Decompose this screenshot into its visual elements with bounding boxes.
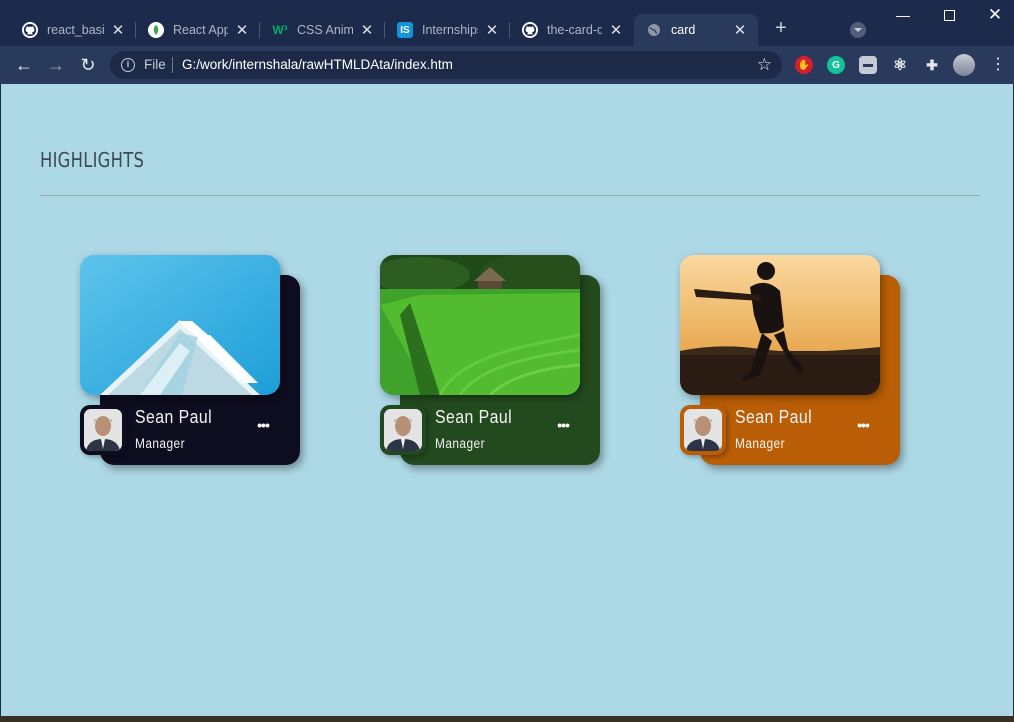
close-window-icon[interactable]: ✕: [972, 0, 1014, 30]
maximize-icon[interactable]: [926, 0, 972, 30]
info-icon[interactable]: i: [121, 58, 135, 72]
tab-title: React App: [173, 23, 228, 37]
url-text[interactable]: G:/work/internshala/rawHTMLDAta/index.ht…: [182, 57, 453, 72]
cricket-player-photo: [680, 255, 880, 395]
extension-icon[interactable]: [859, 56, 877, 74]
card-role: Manager: [135, 436, 185, 451]
adblock-icon[interactable]: ✋: [795, 56, 813, 74]
profile-card[interactable]: Sean Paul Manager •••: [680, 255, 902, 467]
page-body: HIGHLIGHTS Sean Paul Manager ••• Sean Pa…: [1, 84, 1013, 716]
scheme-label: File: [144, 57, 166, 72]
github-icon: [522, 22, 538, 38]
card-role: Manager: [435, 436, 485, 451]
tab-title: the-card-d: [547, 23, 602, 37]
tab-title: react_basic: [47, 23, 104, 37]
card-name: Sean Paul: [735, 407, 813, 427]
new-tab-button[interactable]: +: [770, 18, 792, 40]
tab-css-animation[interactable]: W³ CSS Animat ✕: [260, 14, 385, 46]
rice-field-photo: [380, 255, 580, 395]
close-icon[interactable]: ✕: [110, 21, 126, 39]
heading-divider: [40, 195, 980, 196]
tab-strip: react_basic ✕ React App ✕ W³ CSS Animat …: [0, 0, 1014, 46]
close-icon[interactable]: ✕: [484, 21, 500, 39]
back-icon[interactable]: ←: [12, 53, 36, 77]
reload-icon[interactable]: ↻: [76, 53, 100, 77]
profile-card[interactable]: Sean Paul Manager •••: [80, 255, 302, 467]
tab-title: CSS Animat: [297, 23, 353, 37]
profile-avatar[interactable]: [953, 54, 975, 76]
grammarly-icon[interactable]: G: [827, 56, 845, 74]
avatar: [380, 405, 426, 455]
more-options-icon[interactable]: •••: [554, 418, 572, 432]
tab-react-basic[interactable]: react_basic ✕: [10, 14, 136, 46]
address-divider: [172, 57, 173, 73]
address-bar[interactable]: i File G:/work/internshala/rawHTMLDAta/i…: [110, 51, 782, 79]
tab-search-icon[interactable]: [850, 22, 866, 38]
more-options-icon[interactable]: •••: [254, 418, 272, 432]
close-icon[interactable]: ✕: [608, 21, 624, 39]
tab-title: card: [671, 23, 696, 37]
avatar: [80, 405, 126, 455]
avatar: [680, 405, 726, 455]
close-icon[interactable]: ✕: [359, 21, 375, 39]
close-icon[interactable]: ✕: [234, 21, 250, 39]
internshala-icon: IS: [397, 22, 413, 38]
card-role: Manager: [735, 436, 785, 451]
kebab-menu-icon[interactable]: ⋮: [990, 55, 1006, 75]
w3schools-icon: W³: [272, 23, 288, 37]
globe-icon: [646, 22, 662, 38]
github-icon: [22, 22, 38, 38]
browser-toolbar: ← → ↻ i File G:/work/internshala/rawHTML…: [0, 46, 1014, 84]
taskbar-edge: [0, 716, 1014, 722]
building-photo: [80, 255, 280, 395]
card-name: Sean Paul: [435, 407, 513, 427]
react-devtools-icon[interactable]: ⚛: [891, 56, 909, 74]
bookmark-star-icon[interactable]: ☆: [757, 55, 772, 75]
tab-react-app[interactable]: React App ✕: [136, 14, 260, 46]
card-name: Sean Paul: [135, 407, 213, 427]
leaf-icon: [148, 22, 164, 38]
profile-card[interactable]: Sean Paul Manager •••: [380, 255, 602, 467]
tab-the-card[interactable]: the-card-d ✕: [510, 14, 634, 46]
tab-title: Internships: [422, 23, 478, 37]
page-title: HIGHLIGHTS: [40, 148, 145, 172]
minimize-icon[interactable]: —: [880, 0, 926, 30]
puzzle-icon[interactable]: ✚: [923, 56, 941, 74]
tab-card[interactable]: card ✕: [634, 14, 758, 46]
more-options-icon[interactable]: •••: [854, 418, 872, 432]
close-icon[interactable]: ✕: [732, 21, 748, 39]
forward-icon[interactable]: →: [44, 53, 68, 77]
tab-internships[interactable]: IS Internships ✕: [385, 14, 510, 46]
